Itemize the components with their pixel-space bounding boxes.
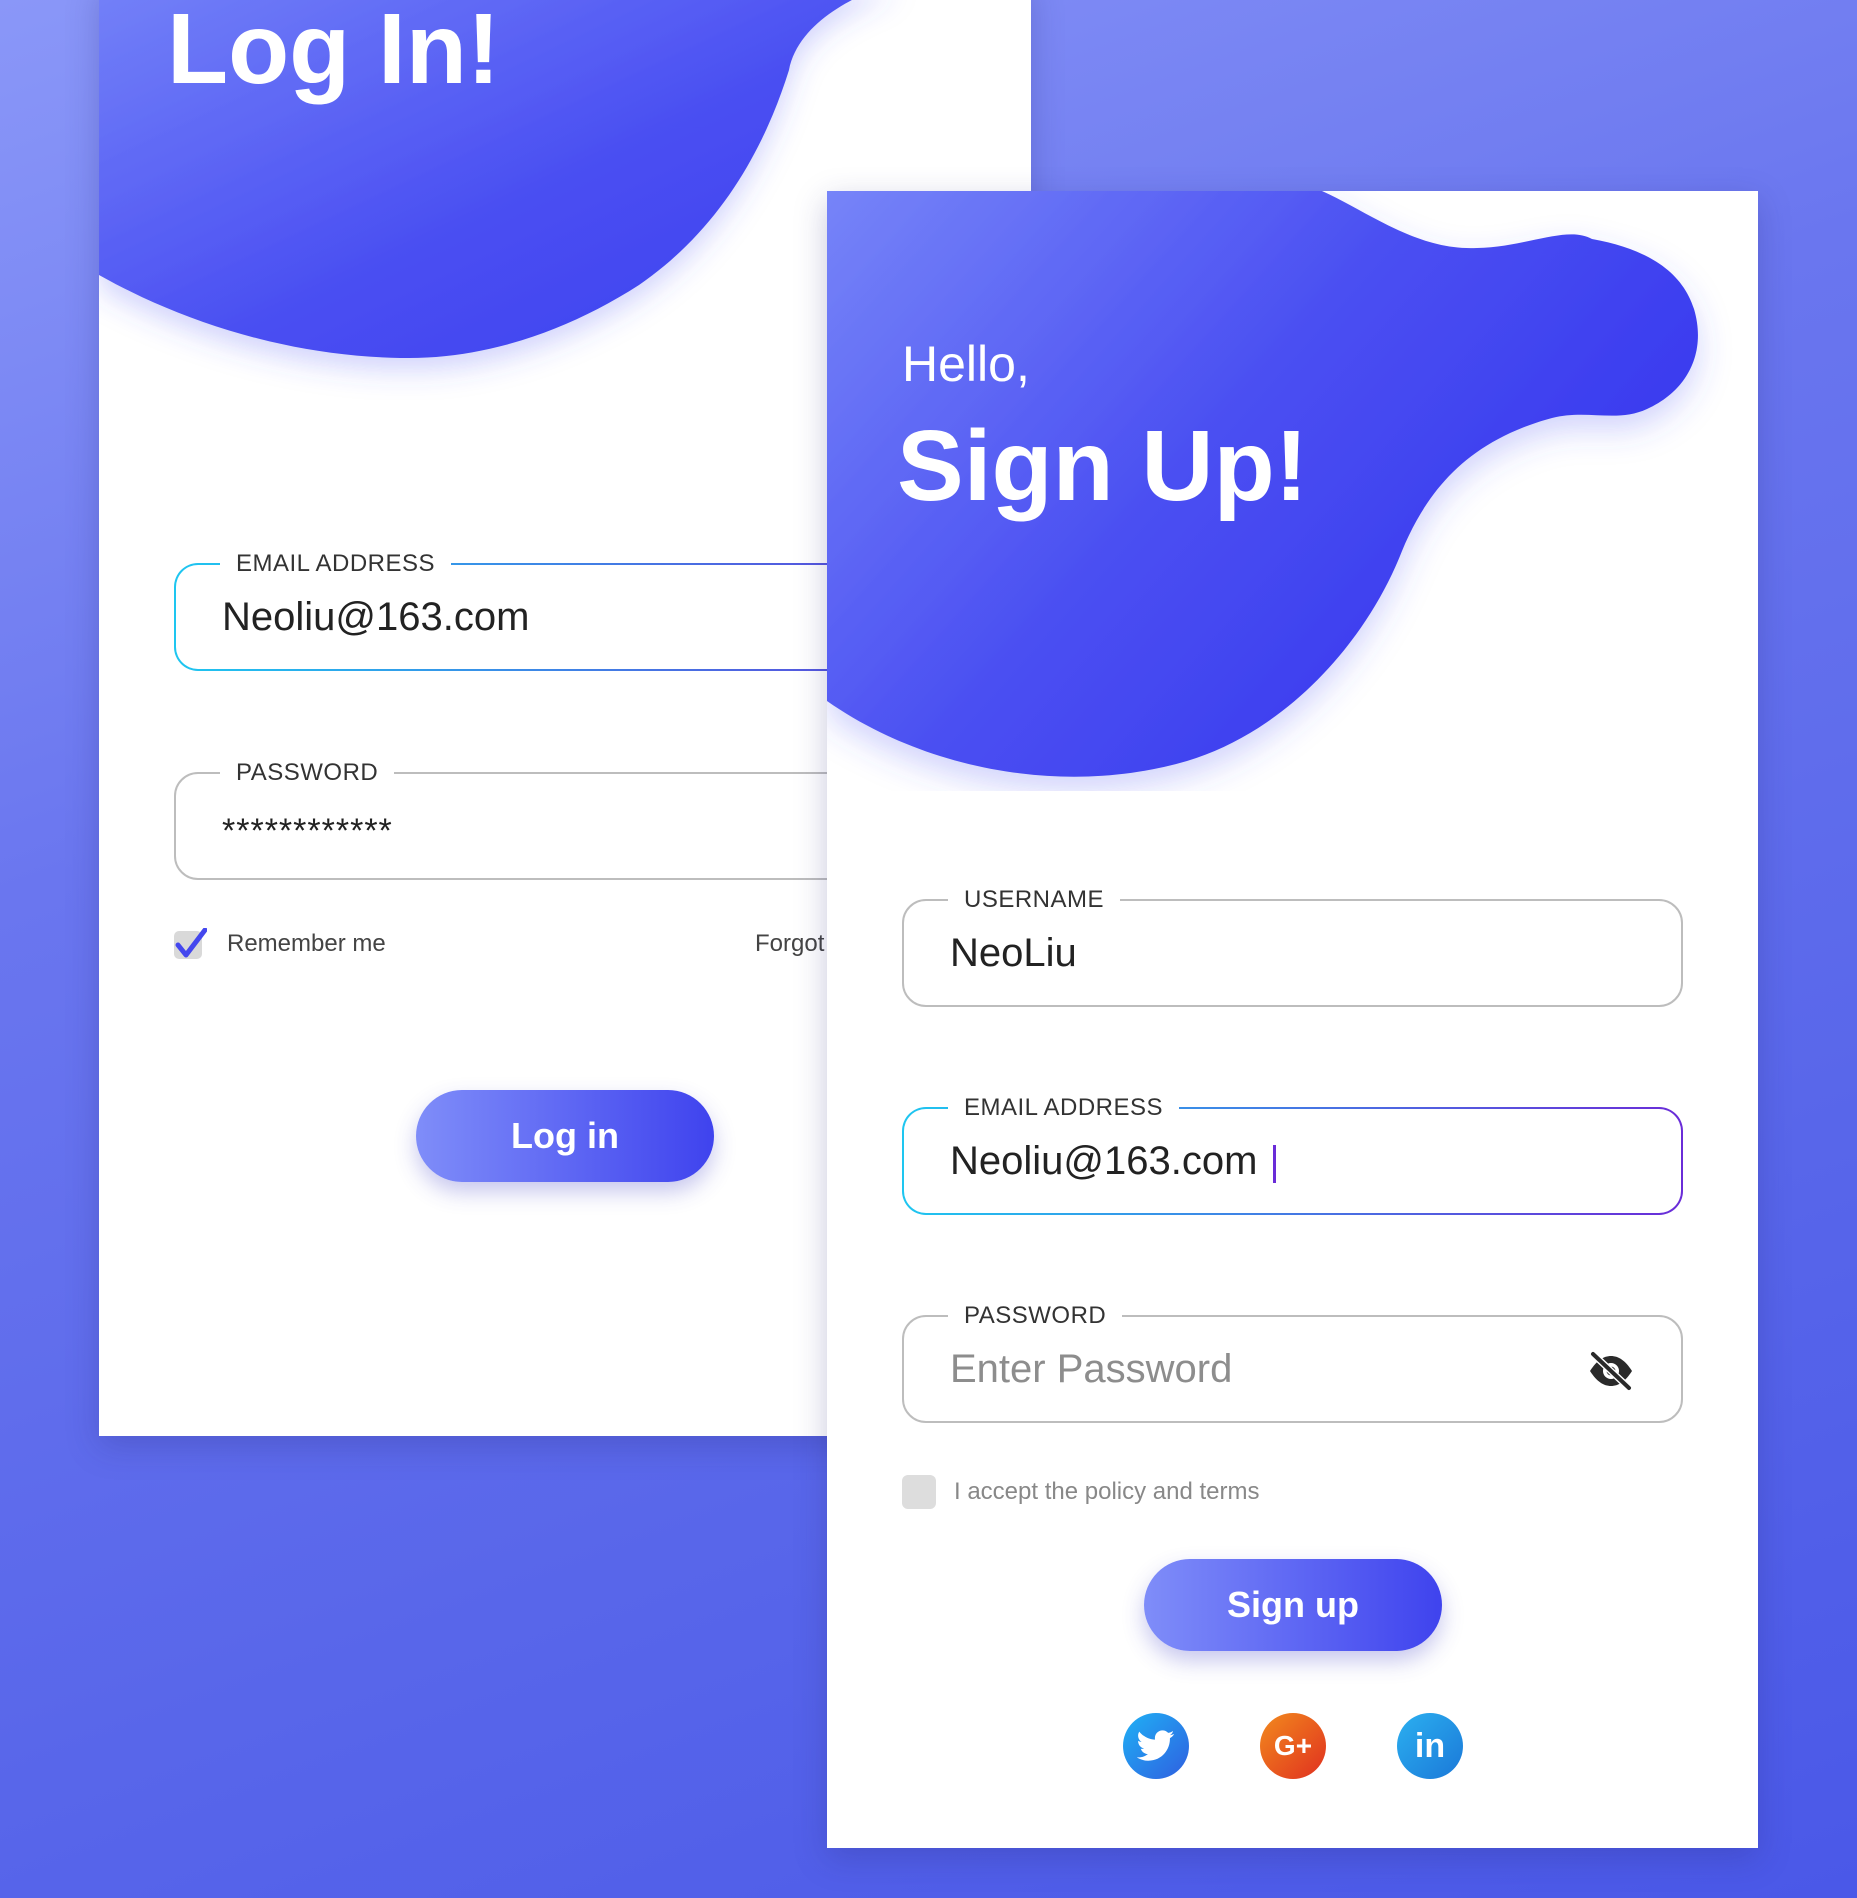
eye-off-icon[interactable] bbox=[1587, 1350, 1635, 1392]
username-value: NeoLiu bbox=[950, 931, 1077, 975]
text-caret bbox=[1273, 1145, 1276, 1183]
accept-terms-label: I accept the policy and terms bbox=[954, 1478, 1260, 1505]
signup-password-label: PASSWORD bbox=[948, 1303, 1123, 1329]
login-password-label: PASSWORD bbox=[220, 760, 395, 786]
remember-me-label: Remember me bbox=[227, 930, 386, 957]
login-email-value: Neoliu@163.com bbox=[222, 595, 530, 639]
google-plus-icon: G+ bbox=[1273, 1730, 1313, 1761]
login-password-value: ************ bbox=[222, 812, 393, 850]
username-label: USERNAME bbox=[948, 887, 1121, 913]
accept-terms-checkbox[interactable] bbox=[902, 1475, 936, 1509]
forgot-password-link[interactable]: Forgot bbox=[755, 930, 824, 958]
signup-button[interactable]: Sign up bbox=[1144, 1559, 1442, 1651]
signup-card: Hello, Sign Up! USERNAME NeoLiu EMAIL AD… bbox=[827, 191, 1758, 1848]
google-plus-button[interactable]: G+ bbox=[1260, 1713, 1326, 1779]
signup-email-label: EMAIL ADDRESS bbox=[948, 1095, 1180, 1121]
checkmark-icon bbox=[174, 927, 208, 959]
signup-email-field[interactable]: EMAIL ADDRESS Neoliu@163.com bbox=[902, 1095, 1683, 1215]
twitter-icon bbox=[1137, 1730, 1175, 1761]
login-button[interactable]: Log in bbox=[416, 1090, 714, 1182]
login-title: Log In! bbox=[167, 0, 501, 105]
login-email-label: EMAIL ADDRESS bbox=[220, 551, 452, 577]
signup-greeting: Hello, bbox=[902, 336, 1030, 392]
username-field[interactable]: USERNAME NeoLiu bbox=[902, 887, 1683, 1007]
signup-title: Sign Up! bbox=[897, 410, 1309, 522]
linkedin-button[interactable]: in bbox=[1397, 1713, 1463, 1779]
signup-password-placeholder: Enter Password bbox=[950, 1347, 1233, 1391]
signup-email-value: Neoliu@163.com bbox=[950, 1139, 1258, 1183]
linkedin-icon: in bbox=[1414, 1726, 1446, 1765]
twitter-button[interactable] bbox=[1123, 1713, 1189, 1779]
signup-password-field[interactable]: PASSWORD Enter Password bbox=[902, 1303, 1683, 1423]
remember-me-checkbox[interactable] bbox=[173, 927, 208, 962]
